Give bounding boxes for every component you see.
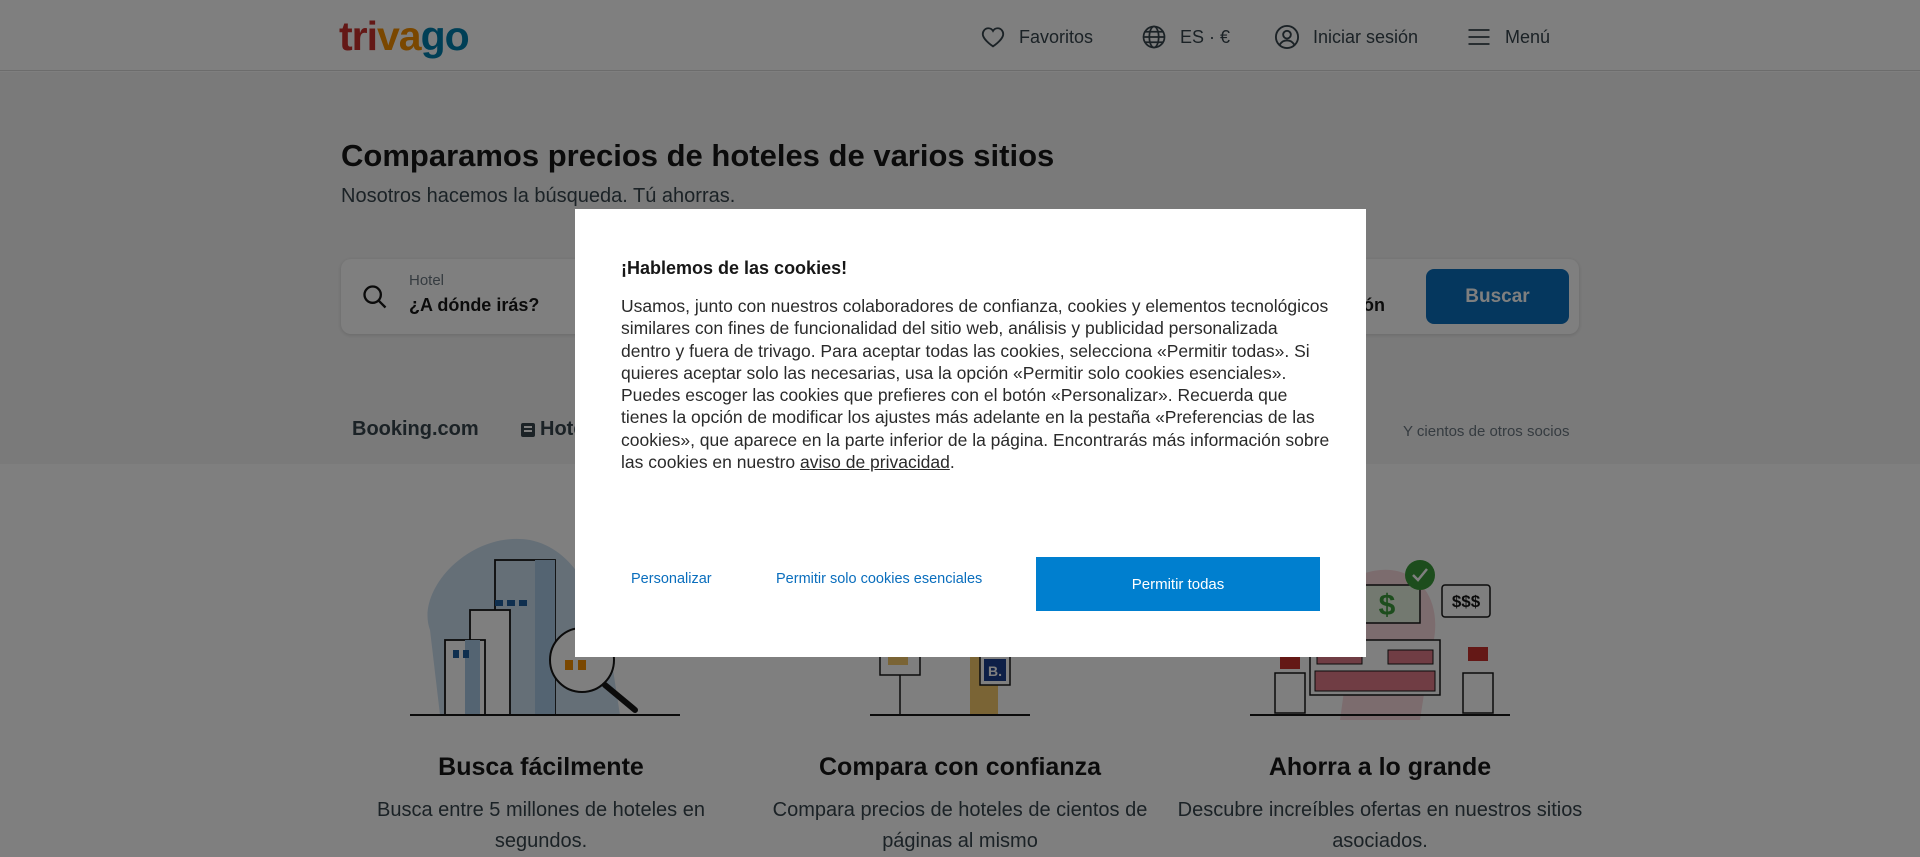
cookie-paragraph-2-end: . (949, 452, 955, 473)
privacy-notice-link[interactable]: aviso de privacidad (800, 452, 950, 472)
cookie-dialog-body: Usamos, junto con nuestros colaboradores… (621, 295, 1331, 473)
cookie-paragraph-2: Puedes escoger las cookies que prefieres… (621, 384, 1331, 473)
cookie-dialog-title: ¡Hablemos de las cookies! (621, 258, 848, 278)
customize-cookies-button[interactable]: Personalizar (631, 571, 712, 587)
accept-all-cookies-button[interactable]: Permitir todas (1036, 557, 1320, 611)
essential-cookies-button[interactable]: Permitir solo cookies esenciales (776, 571, 982, 587)
cookie-consent-dialog: ¡Hablemos de las cookies! Usamos, junto … (575, 209, 1366, 657)
cookie-paragraph-2-text: Puedes escoger las cookies que prefieres… (621, 385, 1330, 473)
cookie-paragraph-1: Usamos, junto con nuestros colaboradores… (621, 296, 1329, 383)
